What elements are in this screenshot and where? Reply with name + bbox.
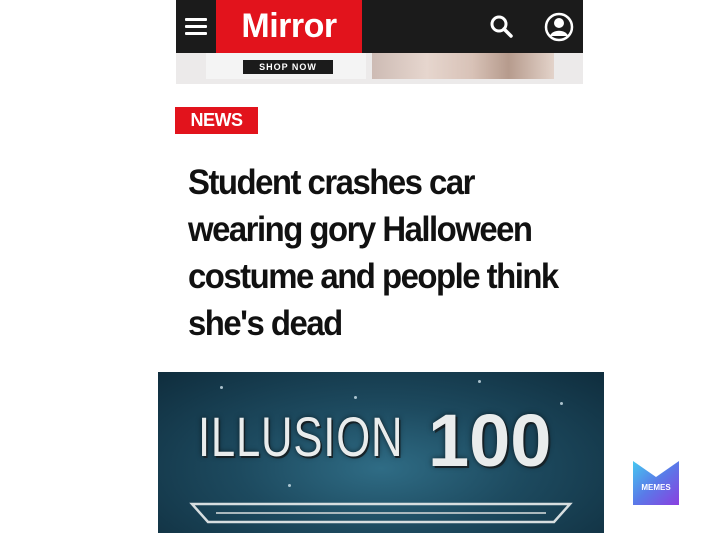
hamburger-menu-icon <box>185 16 207 37</box>
user-account-icon <box>544 12 574 42</box>
skill-level: 100 <box>428 399 552 482</box>
memes-watermark[interactable]: MEMES <box>633 461 679 505</box>
search-icon <box>490 15 513 38</box>
search-button[interactable] <box>486 12 518 42</box>
skill-name: ILLUSION <box>198 405 404 468</box>
site-header: Mirror <box>176 0 583 53</box>
section-tag[interactable]: NEWS <box>175 107 258 134</box>
watermark-label: MEMES <box>641 483 671 492</box>
shop-now-button[interactable]: SHOP NOW <box>243 60 333 74</box>
menu-button[interactable] <box>176 0 216 53</box>
skill-progress-bar <box>189 502 573 524</box>
article-headline[interactable]: Student crashes car wearing gory Hallowe… <box>188 159 564 347</box>
skill-title: ILLUSION 100 <box>198 399 551 482</box>
skill-level-banner: ILLUSION 100 <box>158 372 604 533</box>
ad-product-image <box>372 53 554 79</box>
advertisement-banner[interactable]: SHOP NOW <box>176 53 583 84</box>
mirror-logo[interactable]: Mirror <box>216 0 362 53</box>
account-button[interactable] <box>542 10 576 44</box>
